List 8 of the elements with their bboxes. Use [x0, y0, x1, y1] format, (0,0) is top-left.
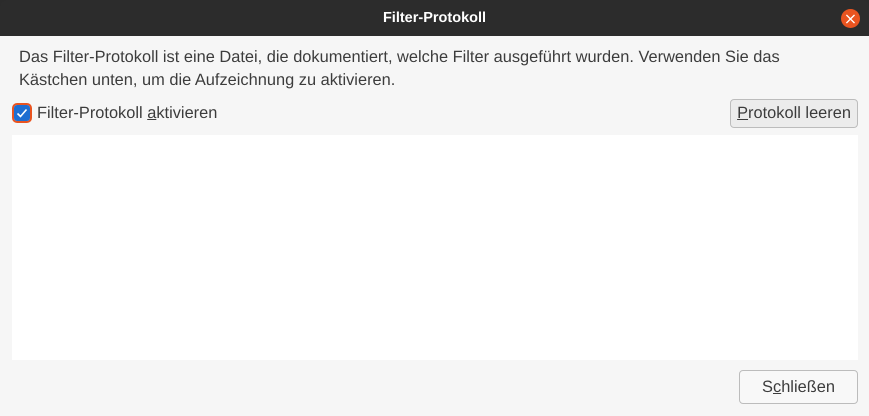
close-button[interactable]: Schließen: [739, 370, 858, 404]
close-icon[interactable]: ×: [841, 9, 860, 28]
checkbox-label[interactable]: Filter-Protokoll aktivieren: [37, 104, 218, 122]
window-title: Filter-Protokoll: [382, 10, 486, 26]
clear-log-button[interactable]: Protokoll leeren: [730, 98, 858, 128]
description-text: Das Filter-Protokoll ist eine Datei, die dokumentiert, welche Filter ausgeführt wurden. Verwenden Sie das Kästchen unten, um die Aufzeichnung zu aktivieren.: [19, 47, 781, 91]
checkmark-icon: [15, 106, 29, 120]
checkbox[interactable]: [12, 103, 32, 123]
